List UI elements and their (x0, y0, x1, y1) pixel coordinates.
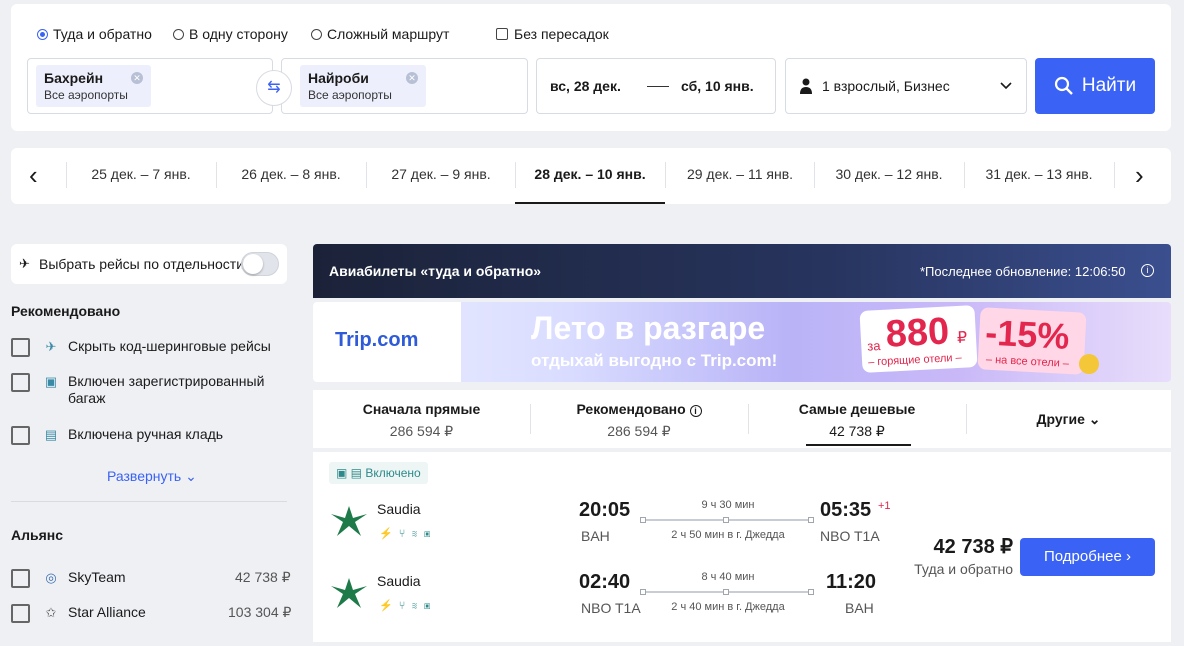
date-tab[interactable]: 30 дек. – 12 янв. (814, 148, 964, 204)
search-icon (1054, 76, 1073, 95)
divider (11, 501, 287, 502)
clear-to-icon[interactable]: ✕ (406, 72, 418, 84)
date-range-bar: ‹ 25 дек. – 7 янв. 26 дек. – 8 янв. 27 д… (11, 148, 1171, 204)
amenities-icons: ⚡⑂≋▣ (379, 528, 437, 540)
search-panel: Туда и обратно В одну сторону Сложный ма… (11, 4, 1171, 131)
sort-other[interactable]: Другие ⌄ (966, 390, 1171, 448)
included-badge: ▣ ▤ Включено (329, 462, 428, 484)
trip-ad-banner[interactable]: Trip.com Лето в разгаре отдыхай выгодно … (313, 302, 1171, 382)
checkbox-icon (496, 28, 508, 40)
saudia-logo-icon (331, 578, 367, 608)
date-tab[interactable]: 26 дек. – 8 янв. (216, 148, 366, 204)
radio-selected-icon (37, 28, 48, 40)
star-icon: ✩ (45, 605, 57, 620)
date-tab-selected[interactable]: 28 дек. – 10 янв. (515, 148, 665, 204)
find-button[interactable]: Найти (1035, 58, 1155, 114)
luggage-icon: ▣ (44, 374, 58, 389)
passengers-field[interactable]: 1 взрослый, Бизнес (785, 58, 1027, 114)
alliance-heading: Альянс (11, 527, 64, 543)
plane-icon: ✈ (45, 339, 57, 354)
date-tab[interactable]: 27 дек. – 9 янв. (366, 148, 516, 204)
swap-icon[interactable]: ⇆ (256, 70, 292, 106)
bag-icon: ▤ (44, 427, 58, 442)
date-tab[interactable]: 29 дек. – 11 янв. (665, 148, 815, 204)
nonstop-checkbox[interactable]: Без пересадок (496, 26, 609, 42)
date-out: вс, 28 дек. (550, 78, 621, 94)
to-field[interactable]: Найроби Все аэропорты ✕ (281, 58, 528, 114)
coin-icon (1079, 354, 1099, 374)
chevron-right-icon[interactable]: › (1135, 162, 1144, 188)
skyteam-price: 42 738 ₽ (235, 569, 291, 585)
date-tab[interactable]: 25 дек. – 7 янв. (66, 148, 216, 204)
chevron-down-icon (1000, 82, 1012, 90)
trip-logo: Trip.com (335, 329, 419, 351)
flight-result-card[interactable]: ▣ ▤ Включено Saudia ⚡⑂≋▣ 20:05 BAH 9 ч 3… (313, 452, 1171, 642)
dates-field[interactable]: вс, 28 дек. сб, 10 янв. (536, 58, 776, 114)
filter-hand-luggage[interactable]: ▤ Включена ручная кладь (11, 426, 223, 445)
trip-type-roundtrip[interactable]: Туда и обратно (37, 26, 152, 42)
to-chip: Найроби Все аэропорты ✕ (300, 65, 426, 107)
separate-flights-toggle-row[interactable]: ✈ Выбрать рейсы по отдельности (11, 244, 287, 284)
toggle-switch[interactable] (241, 252, 279, 276)
radio-icon (173, 28, 184, 40)
plane-icon: ✈ (19, 256, 30, 271)
expand-link[interactable]: Развернуть ⌄ (107, 468, 197, 485)
chevron-down-icon: ⌄ (181, 468, 197, 484)
sort-direct[interactable]: Сначала прямые 286 594 ₽ (313, 390, 530, 448)
trip-type-multi[interactable]: Сложный маршрут (311, 26, 449, 42)
from-field[interactable]: Бахрейн Все аэропорты ✕ (27, 58, 273, 114)
info-icon[interactable]: i (689, 405, 702, 417)
luggage-icon: ▣ ▤ (336, 466, 366, 480)
checkbox-icon (11, 338, 30, 357)
filter-skyteam[interactable]: ◎ SkyTeam (11, 569, 126, 588)
saudia-logo-icon (331, 506, 367, 536)
checkbox-icon (11, 373, 30, 392)
recommended-heading: Рекомендовано (11, 303, 121, 319)
date-tab[interactable]: 31 дек. – 13 янв. (964, 148, 1114, 204)
results-header: Авиабилеты «туда и обратно» *Последнее о… (313, 244, 1171, 298)
filter-star-alliance[interactable]: ✩ Star Alliance (11, 604, 146, 623)
clear-from-icon[interactable]: ✕ (131, 72, 143, 84)
active-underline (806, 444, 911, 446)
skyteam-icon: ◎ (45, 570, 57, 585)
filter-checked-baggage[interactable]: ▣ Включен зарегистрированный багаж (11, 373, 281, 407)
details-button[interactable]: Подробнее › (1020, 538, 1155, 576)
info-icon[interactable]: i (1141, 264, 1154, 277)
trip-type-oneway[interactable]: В одну сторону (173, 26, 288, 42)
promo-hotels: за 880 ₽ – горящие отели – (859, 305, 978, 373)
star-alliance-price: 103 304 ₽ (228, 604, 292, 620)
checkbox-icon (11, 569, 30, 588)
filter-codeshare[interactable]: ✈ Скрыть код-шеринговые рейсы (11, 338, 271, 357)
amenities-icons: ⚡⑂≋▣ (379, 600, 437, 612)
chevron-left-icon[interactable]: ‹ (29, 162, 38, 188)
chevron-right-icon: › (1121, 548, 1131, 565)
checkbox-icon (11, 426, 30, 445)
promo-discount: -15% – на все отели – (977, 307, 1087, 375)
checkbox-icon (11, 604, 30, 623)
toggle-knob (243, 254, 263, 274)
sort-recommended[interactable]: Рекомендовано i 286 594 ₽ (530, 390, 748, 448)
date-back: сб, 10 янв. (681, 78, 754, 94)
total-price: 42 738 ₽ (933, 536, 1013, 558)
date-dash (647, 86, 669, 87)
sort-cheapest[interactable]: Самые дешевые 42 738 ₽ (748, 390, 966, 448)
chevron-down-icon: ⌄ (1088, 411, 1101, 427)
person-icon (800, 78, 812, 94)
radio-icon (311, 28, 322, 40)
from-chip: Бахрейн Все аэропорты ✕ (36, 65, 151, 107)
sort-tabs: Сначала прямые 286 594 ₽ Рекомендовано i2… (313, 390, 1171, 448)
